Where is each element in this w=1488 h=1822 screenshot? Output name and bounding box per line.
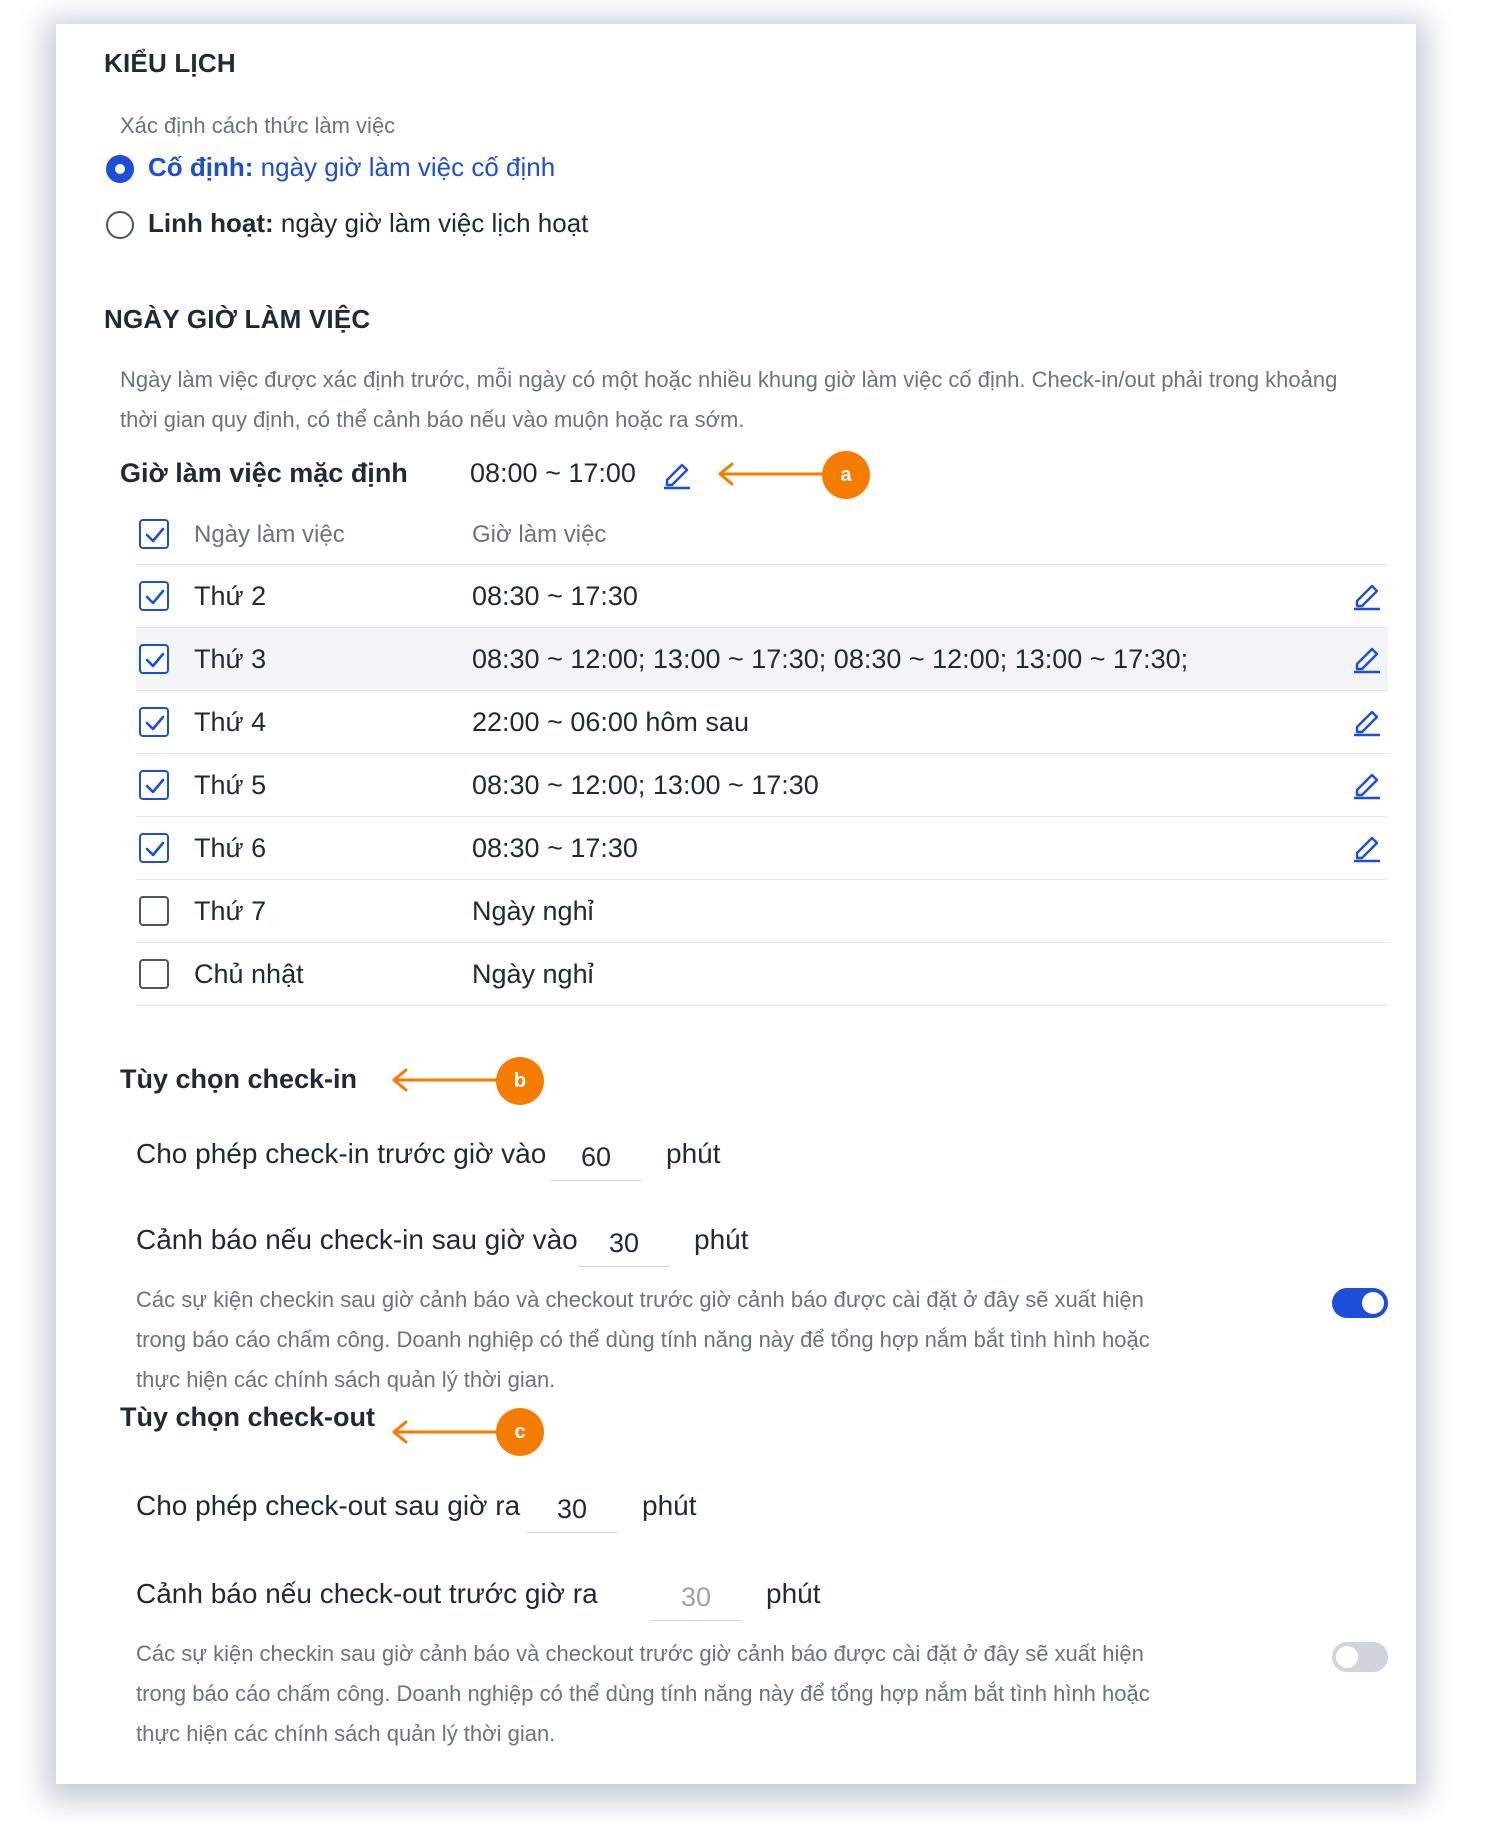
table-header-day: Ngày làm việc (194, 521, 345, 548)
row-edit-icon[interactable] (1350, 829, 1384, 863)
default-hours-edit-icon[interactable] (660, 456, 694, 490)
row-checkbox[interactable] (139, 581, 169, 611)
checkout-allow-label: Cho phép check-out sau giờ ra (136, 1490, 521, 1521)
row-checkbox[interactable] (139, 959, 169, 989)
checkout-warn-label: Cảnh báo nếu check-out trước giờ ra (136, 1578, 598, 1609)
checkin-allow-unit: phút (666, 1138, 721, 1169)
row-hours: 08:30 ~ 12:00; 13:00 ~ 17:30 (472, 770, 819, 800)
row-day: Thứ 3 (194, 644, 267, 674)
radio-fixed[interactable]: Cố định: ngày giờ làm việc cố định (106, 146, 666, 190)
check-icon (145, 778, 165, 794)
row-checkbox[interactable] (139, 833, 169, 863)
row-day: Thứ 6 (194, 833, 267, 863)
checkin-allow-input[interactable]: 60 (550, 1134, 642, 1181)
row-hours: Ngày nghỉ (472, 959, 594, 989)
checkin-warn-label: Cảnh báo nếu check-in sau giờ vào (136, 1224, 578, 1255)
row-checkbox[interactable] (139, 770, 169, 800)
checkout-warn-input[interactable]: 30 (650, 1574, 742, 1621)
row-hours: 08:30 ~ 12:00; 13:00 ~ 17:30; 08:30 ~ 12… (472, 644, 1189, 674)
checkout-allow-input[interactable]: 30 (526, 1486, 618, 1533)
toggle-knob (1362, 1292, 1384, 1314)
annotation-arrow-b (390, 1068, 510, 1092)
check-icon (145, 841, 165, 857)
annotation-badge-a: a (822, 451, 870, 499)
table-row: Thứ 5 08:30 ~ 12:00; 13:00 ~ 17:30 (136, 754, 1388, 816)
row-edit-icon[interactable] (1350, 577, 1384, 611)
annotation-badge-c: c (496, 1408, 544, 1456)
calendar-type-title: KIỂU LỊCH (104, 48, 236, 78)
row-checkbox[interactable] (139, 707, 169, 737)
table-row: Thứ 4 22:00 ~ 06:00 hôm sau (136, 691, 1388, 753)
annotation-badge-b: b (496, 1057, 544, 1105)
radio-fixed-label: Cố định: ngày giờ làm việc cố định (148, 152, 556, 182)
row-checkbox[interactable] (139, 896, 169, 926)
row-hours: Ngày nghỉ (472, 896, 594, 926)
checkout-allow-unit: phút (642, 1490, 697, 1521)
checkout-warning-toggle[interactable] (1332, 1642, 1388, 1672)
check-icon (145, 715, 165, 731)
calendar-type-description: Xác định cách thức làm việc (120, 113, 396, 138)
table-row: Chủ nhật Ngày nghỉ (136, 943, 1388, 1005)
row-day: Thứ 2 (194, 581, 267, 611)
checkin-warn-unit: phút (694, 1224, 749, 1255)
checkout-description: Các sự kiện checkin sau giờ cảnh báo và … (136, 1641, 1150, 1746)
row-edit-icon[interactable] (1350, 766, 1384, 800)
check-icon (145, 589, 165, 605)
row-day: Thứ 7 (194, 896, 267, 926)
annotation-arrow-c (390, 1420, 510, 1444)
row-day: Thứ 5 (194, 770, 267, 800)
default-hours-value: 08:00 ~ 17:00 (470, 458, 636, 488)
annotation-arrow-a (716, 462, 836, 486)
row-hours: 08:30 ~ 17:30 (472, 833, 638, 863)
work-hours-description: Ngày làm việc được xác định trước, mỗi n… (120, 367, 1338, 432)
row-checkbox[interactable] (139, 644, 169, 674)
row-day: Chủ nhật (194, 959, 304, 989)
radio-fixed-indicator[interactable] (106, 155, 134, 183)
row-hours: 08:30 ~ 17:30 (472, 581, 638, 611)
radio-flexible-label: Linh hoạt: ngày giờ làm việc lịch hoạt (148, 208, 589, 238)
row-edit-icon[interactable] (1350, 640, 1384, 674)
radio-flexible[interactable]: Linh hoạt: ngày giờ làm việc lịch hoạt (106, 202, 666, 246)
table-row: Thứ 7 Ngày nghỉ (136, 880, 1388, 942)
checkout-warn-unit: phút (766, 1578, 821, 1609)
work-hours-title: NGÀY GIỜ LÀM VIỆC (104, 304, 371, 334)
checkin-options-title: Tùy chọn check-in (120, 1064, 358, 1094)
check-icon (145, 652, 165, 668)
checkout-options-title: Tùy chọn check-out (120, 1402, 376, 1432)
check-icon (145, 527, 165, 543)
radio-flexible-indicator[interactable] (106, 211, 134, 239)
table-row: Thứ 6 08:30 ~ 17:30 (136, 817, 1388, 879)
table-row: Thứ 3 08:30 ~ 12:00; 13:00 ~ 17:30; 08:3… (136, 628, 1388, 690)
select-all-checkbox[interactable] (139, 519, 169, 549)
checkin-description: Các sự kiện checkin sau giờ cảnh báo và … (136, 1287, 1150, 1392)
checkin-allow-label: Cho phép check-in trước giờ vào (136, 1138, 547, 1169)
row-hours: 22:00 ~ 06:00 hôm sau (472, 707, 749, 737)
row-day: Thứ 4 (194, 707, 267, 737)
settings-card: KIỂU LỊCH Xác định cách thức làm việc Cố… (56, 24, 1416, 1784)
table-header-hours: Giờ làm việc (472, 521, 607, 548)
toggle-knob (1336, 1646, 1358, 1668)
checkin-warning-toggle[interactable] (1332, 1288, 1388, 1318)
default-hours-label: Giờ làm việc mặc định (120, 458, 408, 488)
checkin-warn-input[interactable]: 30 (578, 1220, 670, 1267)
row-edit-icon[interactable] (1350, 703, 1384, 737)
table-row: Thứ 2 08:30 ~ 17:30 (136, 565, 1388, 627)
